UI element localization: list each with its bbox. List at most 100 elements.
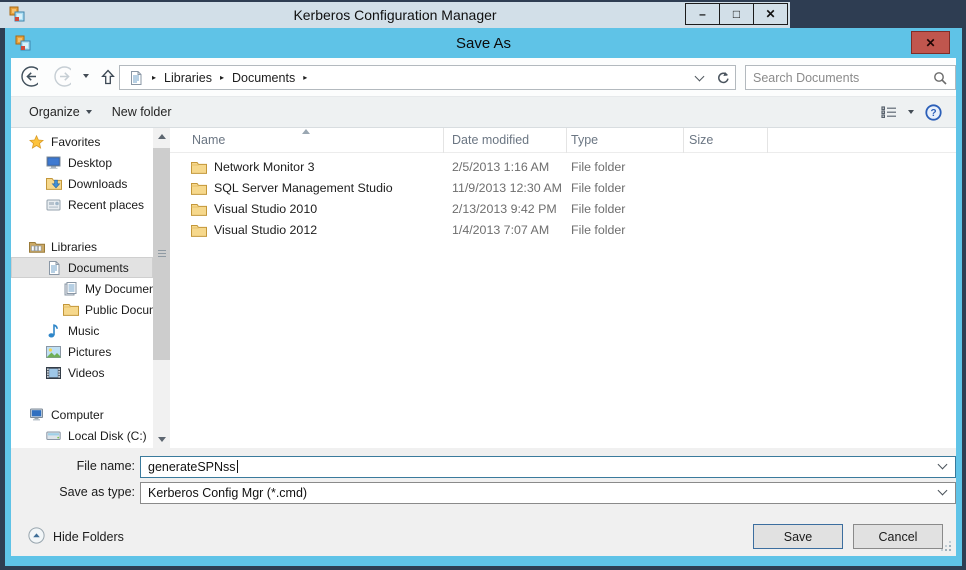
save-as-type-label: Save as type: [59, 485, 135, 499]
scrollbar-grip-icon [157, 250, 166, 258]
folder-icon [62, 303, 79, 316]
save-as-dialog: Save As ✕ ▸ Libraries ▸ Documents ▸ Sear… [5, 28, 962, 566]
file-name-row: File name: generateSPNss [11, 456, 956, 478]
sidebar-item-label: My Documents [85, 281, 153, 296]
sidebar-item-label: Pictures [68, 344, 112, 359]
sidebar-item-my-documents[interactable]: My Documents [11, 278, 153, 299]
back-button[interactable] [21, 66, 42, 87]
navigation-row: ▸ Libraries ▸ Documents ▸ [11, 58, 956, 96]
dialog-content: ▸ Libraries ▸ Documents ▸ Organize [11, 58, 956, 556]
file-row[interactable]: SQL Server Management Studio 11/9/2013 12… [170, 178, 956, 199]
save-as-type-value: Kerberos Config Mgr (*.cmd) [148, 486, 308, 500]
column-header-name[interactable]: Name [170, 128, 444, 153]
view-options-dropdown-button[interactable] [908, 110, 914, 114]
column-header-date-modified[interactable]: Date modified [444, 128, 567, 153]
search-input[interactable] [753, 68, 921, 87]
file-type: File folder [571, 181, 626, 195]
search-icon [931, 71, 948, 85]
resize-grip[interactable] [949, 549, 951, 551]
help-button[interactable]: ? [925, 103, 942, 121]
column-header-size[interactable]: Size [684, 128, 768, 153]
cancel-button[interactable]: Cancel [853, 524, 943, 549]
file-name: Visual Studio 2012 [214, 223, 318, 237]
toolbar-right-buttons: ? [880, 103, 956, 121]
recent-pages-dropdown-button[interactable] [81, 74, 91, 82]
file-type: File folder [571, 223, 626, 237]
sidebar-item-label: Downloads [68, 176, 128, 191]
chevron-down-icon [83, 74, 89, 78]
sidebar-item-pictures[interactable]: Pictures [11, 341, 153, 362]
new-folder-button[interactable]: New folder [102, 97, 182, 127]
sidebar-item-label: Desktop [68, 155, 113, 170]
sidebar-item-recent-places[interactable]: Recent places [11, 194, 153, 215]
sidebar-item-libraries[interactable]: Libraries [11, 236, 153, 257]
forward-button[interactable] [54, 66, 75, 87]
breadcrumb: ▸ Libraries ▸ Documents ▸ [144, 71, 315, 85]
sidebar-item-favorites[interactable]: Favorites [11, 131, 153, 152]
file-row[interactable]: Visual Studio 2010 2/13/2013 9:42 PM File … [170, 199, 956, 220]
text-cursor [236, 460, 238, 473]
dialog-title: Save As [455, 35, 512, 52]
address-bar[interactable]: ▸ Libraries ▸ Documents ▸ [119, 65, 736, 90]
new-folder-label: New folder [111, 105, 172, 119]
file-name-value: generateSPNss [148, 460, 236, 474]
file-row[interactable]: Visual Studio 2012 1/4/2013 7:07 AM File f… [170, 220, 956, 241]
chevron-down-icon [694, 71, 704, 81]
sort-ascending-icon [302, 129, 310, 134]
sidebar-item-music[interactable]: Music [11, 320, 153, 341]
hide-folders-label: Hide Folders [53, 530, 124, 544]
sidebar-item-videos[interactable]: Videos [11, 362, 153, 383]
svg-text:?: ? [930, 108, 936, 119]
sidebar-item-public-docume[interactable]: Public Docume [11, 299, 153, 320]
file-row[interactable]: Network Monitor 3 2/5/2013 1:16 AM File fo… [170, 157, 956, 178]
disk-icon [45, 430, 62, 441]
sidebar-item-computer[interactable]: Computer [11, 404, 153, 425]
chevron-down-icon[interactable] [937, 459, 948, 470]
computer-icon [28, 408, 45, 421]
folder-icon [190, 182, 207, 195]
save-button[interactable]: Save [753, 524, 843, 549]
sidebar-item-downloads[interactable]: Downloads [11, 173, 153, 194]
hide-folders-icon [28, 527, 45, 547]
breadcrumb-item-libraries[interactable]: Libraries [164, 71, 212, 85]
dialog-close-button[interactable]: ✕ [911, 31, 950, 54]
chevron-down-icon[interactable] [937, 485, 948, 496]
organize-label: Organize [29, 105, 80, 119]
breadcrumb-item-documents[interactable]: Documents [232, 71, 295, 85]
scroll-down-button[interactable] [153, 431, 170, 448]
file-name-input[interactable]: generateSPNss [140, 456, 956, 478]
command-toolbar: Organize New folder ? [11, 96, 956, 128]
document-icon [45, 260, 62, 275]
sidebar-item-local-disk-c[interactable]: Local Disk (C:) [11, 425, 153, 446]
dialog-titlebar[interactable]: Save As ✕ [5, 28, 962, 58]
change-view-button[interactable] [880, 105, 897, 119]
browser-area: Favorites Desktop Downloads Recent places Li… [11, 128, 956, 448]
sidebar-section: Computer Local Disk (C:) [11, 404, 153, 446]
sidebar-item-label: Favorites [51, 134, 101, 149]
save-as-type-select[interactable]: Kerberos Config Mgr (*.cmd) [140, 482, 956, 504]
address-bar-buttons [687, 66, 735, 89]
previous-locations-button[interactable] [687, 66, 711, 89]
window-minimize-button[interactable]: – [685, 3, 720, 25]
window-close-button[interactable]: ✕ [753, 3, 788, 25]
sidebar-scrollbar[interactable] [153, 128, 170, 448]
sidebar-item-documents[interactable]: Documents [11, 257, 153, 278]
scroll-up-button[interactable] [153, 128, 170, 145]
column-header-type[interactable]: Type [567, 128, 684, 153]
file-name: SQL Server Management Studio [214, 181, 393, 195]
file-name: Visual Studio 2010 [214, 202, 318, 216]
sidebar-item-desktop[interactable]: Desktop [11, 152, 153, 173]
refresh-button[interactable] [711, 66, 735, 89]
hide-folders-button[interactable]: Hide Folders [28, 527, 124, 547]
sidebar-item-label: Music [68, 323, 100, 338]
organize-button[interactable]: Organize [19, 97, 102, 127]
app-window-titlebar[interactable]: Kerberos Configuration Manager – □ ✕ [0, 2, 790, 28]
up-button[interactable] [99, 66, 117, 87]
window-maximize-button[interactable]: □ [719, 3, 754, 25]
scrollbar-thumb[interactable] [153, 148, 170, 360]
chevron-down-icon [85, 110, 92, 114]
file-rows: Network Monitor 3 2/5/2013 1:16 AM File fo… [170, 157, 956, 241]
music-icon [45, 323, 62, 338]
file-name-label: File name: [76, 459, 135, 473]
column-header-label: Size [689, 133, 714, 147]
